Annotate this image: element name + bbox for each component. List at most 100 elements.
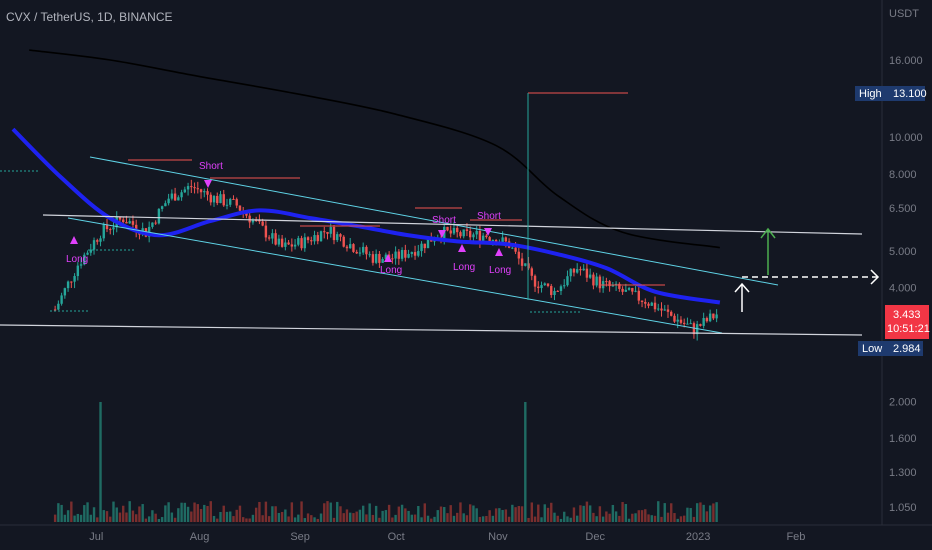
- candle-body: [151, 222, 154, 227]
- candle-body: [193, 187, 196, 189]
- volume-bar: [235, 509, 238, 522]
- volume-bar: [682, 515, 686, 522]
- volume-bar: [488, 510, 491, 522]
- volume-bar: [219, 511, 222, 522]
- volume-bar: [313, 517, 316, 522]
- volume-bar: [336, 501, 339, 522]
- volume-bar: [468, 504, 472, 522]
- volume-bar: [96, 517, 99, 522]
- volume-bar: [232, 516, 235, 522]
- candle-body: [280, 238, 284, 247]
- candle-body: [277, 238, 281, 245]
- volume-bar: [92, 507, 96, 522]
- volume-bar: [426, 515, 430, 522]
- volume-bar: [517, 506, 521, 522]
- volume-bar: [381, 510, 384, 522]
- volume-bar: [433, 516, 436, 522]
- candle-body: [426, 239, 430, 249]
- candle-body: [342, 236, 345, 247]
- low-tag-label: Low: [862, 343, 882, 355]
- volume-bar: [193, 502, 196, 522]
- volume-bar: [391, 517, 394, 522]
- volume-bar: [647, 514, 650, 522]
- candle-body: [517, 251, 521, 259]
- volume-bar: [420, 517, 423, 522]
- volume-bar: [254, 507, 258, 522]
- candle-body: [595, 276, 598, 286]
- volume-bar: [673, 513, 676, 522]
- volume-bar: [637, 510, 641, 522]
- volume-bar: [310, 515, 313, 522]
- candle-body: [96, 240, 99, 242]
- candle-body: [585, 268, 589, 278]
- volume-bar: [537, 504, 540, 522]
- price-tick-label: 10.000: [889, 132, 923, 144]
- candle-body: [323, 231, 326, 233]
- candle-body: [653, 302, 657, 310]
- volume-bar: [520, 506, 524, 522]
- price-tick-label: 1.300: [889, 467, 917, 479]
- candle-body: [627, 288, 631, 290]
- candle-body: [420, 243, 423, 252]
- volume-bar: [60, 504, 63, 522]
- candle-body: [559, 286, 563, 292]
- volume-bar: [404, 508, 407, 522]
- candle-body: [310, 240, 313, 242]
- volume-bar: [592, 512, 595, 522]
- volume-bar: [125, 512, 128, 522]
- volume-bar: [679, 516, 683, 522]
- candle-body: [533, 275, 537, 287]
- price-chart[interactable]: Short Short Short Long Long Long Long US…: [0, 0, 932, 550]
- volume-bar: [147, 516, 151, 522]
- time-tick-label: Nov: [488, 531, 508, 543]
- candle-body: [543, 283, 546, 286]
- volume-bar: [579, 505, 582, 522]
- volume-bar: [436, 510, 439, 522]
- volume-bar: [514, 507, 517, 522]
- candle-body: [660, 308, 663, 311]
- volume-bar: [144, 518, 148, 522]
- volume-bar: [501, 509, 504, 522]
- candle-body: [238, 205, 242, 211]
- candle-body: [572, 268, 576, 273]
- volume-bar: [349, 512, 352, 522]
- volume-bar: [138, 506, 141, 522]
- candle-body: [520, 258, 524, 266]
- volume-bar: [293, 517, 297, 522]
- low-tag-value: 2.984: [893, 343, 921, 355]
- candle-body: [232, 198, 235, 200]
- volume-bar: [556, 515, 559, 522]
- price-tick-label: 6.500: [889, 203, 917, 215]
- candle-body: [180, 192, 183, 198]
- candle-body: [670, 311, 673, 316]
- candle-body: [468, 230, 472, 238]
- long-label-2: Long: [380, 265, 402, 276]
- candle-body: [284, 242, 287, 247]
- volume-bar: [183, 502, 187, 522]
- candle-body: [122, 219, 125, 223]
- candle-body: [235, 199, 238, 206]
- volume-bar: [355, 511, 358, 522]
- volume-bar: [122, 505, 125, 522]
- candle-body: [417, 251, 420, 256]
- volume-bar: [439, 506, 443, 522]
- volume-bar: [695, 503, 699, 522]
- time-tick-label: Sep: [290, 531, 310, 543]
- candle-body: [225, 204, 229, 206]
- candle-body: [588, 274, 592, 278]
- volume-bar: [170, 512, 174, 522]
- price-tick-label: 16.000: [889, 55, 923, 67]
- volume-bar: [83, 505, 86, 522]
- price-tick-label: 5.000: [889, 246, 917, 258]
- volume-bar: [209, 501, 212, 522]
- volume-bar: [300, 501, 303, 522]
- volume-bar: [644, 509, 647, 522]
- candle-body: [631, 288, 634, 292]
- candle-body: [154, 222, 157, 224]
- candle-body: [640, 300, 644, 302]
- candle-body: [102, 224, 105, 239]
- high-tag-label: High: [859, 88, 882, 100]
- volume-bar: [712, 503, 715, 522]
- high-tag-value: 13.100: [893, 88, 927, 100]
- volume-bar: [131, 510, 135, 522]
